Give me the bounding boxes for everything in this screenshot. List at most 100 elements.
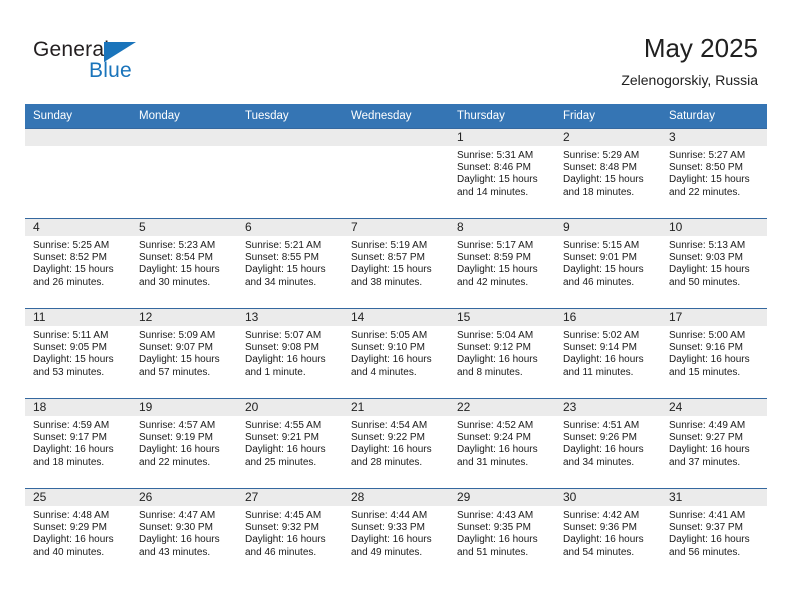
day-cell-inner: 2 Sunrise: 5:29 AM Sunset: 8:48 PM Daylight…: [555, 129, 661, 218]
day-cell-inner: 17 Sunrise: 5:00 AM Sunset: 9:16 PM Dayligh…: [661, 309, 767, 398]
calendar-day-cell[interactable]: 28 Sunrise: 4:44 AM Sunset: 9:33 PM Dayligh…: [343, 488, 449, 579]
day-detail-daylight1: Daylight: 15 hours: [669, 174, 750, 186]
day-number: 30: [563, 490, 577, 504]
day-detail-sunset: Sunset: 9:16 PM: [669, 342, 743, 354]
day-detail-daylight2: and 38 minutes.: [351, 276, 423, 288]
calendar-week-row: 25 Sunrise: 4:48 AM Sunset: 9:29 PM Dayligh…: [25, 488, 767, 579]
day-number: 5: [139, 220, 146, 234]
day-number: 23: [563, 400, 577, 414]
page-subtitle: Zelenogorskiy, Russia: [621, 72, 758, 88]
day-cell-inner: [131, 129, 237, 218]
calendar-day-cell[interactable]: 29 Sunrise: 4:43 AM Sunset: 9:35 PM Dayligh…: [449, 488, 555, 579]
day-details: Sunrise: 4:42 AM Sunset: 9:36 PM Daylight:…: [555, 506, 661, 559]
day-detail-daylight2: and 53 minutes.: [33, 366, 105, 378]
calendar-day-cell: [131, 128, 237, 219]
day-number: 24: [669, 400, 683, 414]
day-number: 9: [563, 220, 570, 234]
day-detail-sunset: Sunset: 9:10 PM: [351, 342, 425, 354]
day-detail-daylight1: Daylight: 16 hours: [563, 444, 644, 456]
calendar-page: General Blue May 2025 Zelenogorskiy, Rus…: [0, 0, 792, 612]
day-detail-sunset: Sunset: 9:27 PM: [669, 432, 743, 444]
weekday-header-saturday: Saturday: [661, 104, 767, 129]
calendar-day-cell[interactable]: 2 Sunrise: 5:29 AM Sunset: 8:48 PM Daylight…: [555, 128, 661, 219]
day-details: Sunrise: 4:47 AM Sunset: 9:30 PM Daylight:…: [131, 506, 237, 559]
day-number: 6: [245, 220, 252, 234]
calendar-day-cell[interactable]: 16 Sunrise: 5:02 AM Sunset: 9:14 PM Dayligh…: [555, 308, 661, 399]
day-detail-sunrise: Sunrise: 5:05 AM: [351, 330, 428, 341]
calendar-day-cell[interactable]: 17 Sunrise: 5:00 AM Sunset: 9:16 PM Dayligh…: [661, 308, 767, 399]
day-detail-daylight1: Daylight: 16 hours: [457, 354, 538, 366]
calendar-day-cell[interactable]: 18 Sunrise: 4:59 AM Sunset: 9:17 PM Dayligh…: [25, 398, 131, 489]
day-cell-inner: 19 Sunrise: 4:57 AM Sunset: 9:19 PM Dayligh…: [131, 399, 237, 488]
weekday-header-tuesday: Tuesday: [237, 104, 343, 129]
day-details: Sunrise: 5:29 AM Sunset: 8:48 PM Daylight:…: [555, 146, 661, 199]
calendar-day-cell[interactable]: 10 Sunrise: 5:13 AM Sunset: 9:03 PM Dayligh…: [661, 218, 767, 309]
day-details: Sunrise: 4:59 AM Sunset: 9:17 PM Daylight:…: [25, 416, 131, 469]
calendar-body: 1 Sunrise: 5:31 AM Sunset: 8:46 PM Daylight…: [25, 128, 767, 579]
calendar-day-cell[interactable]: 24 Sunrise: 4:49 AM Sunset: 9:27 PM Dayligh…: [661, 398, 767, 489]
calendar-day-cell[interactable]: 1 Sunrise: 5:31 AM Sunset: 8:46 PM Daylight…: [449, 128, 555, 219]
calendar-grid: Sunday Monday Tuesday Wednesday Thursday…: [25, 104, 767, 579]
day-detail-sunset: Sunset: 8:50 PM: [669, 162, 743, 174]
day-details: Sunrise: 5:31 AM Sunset: 8:46 PM Daylight:…: [449, 146, 555, 199]
calendar-day-cell[interactable]: 15 Sunrise: 5:04 AM Sunset: 9:12 PM Dayligh…: [449, 308, 555, 399]
calendar-day-cell[interactable]: 8 Sunrise: 5:17 AM Sunset: 8:59 PM Daylight…: [449, 218, 555, 309]
day-detail-sunset: Sunset: 9:35 PM: [457, 522, 531, 534]
calendar-day-cell[interactable]: 7 Sunrise: 5:19 AM Sunset: 8:57 PM Daylight…: [343, 218, 449, 309]
day-cell-inner: 30 Sunrise: 4:42 AM Sunset: 9:36 PM Dayligh…: [555, 489, 661, 578]
calendar-day-cell[interactable]: 14 Sunrise: 5:05 AM Sunset: 9:10 PM Dayligh…: [343, 308, 449, 399]
day-detail-sunrise: Sunrise: 5:31 AM: [457, 150, 534, 161]
calendar-day-cell[interactable]: 21 Sunrise: 4:54 AM Sunset: 9:22 PM Dayligh…: [343, 398, 449, 489]
day-detail-daylight2: and 54 minutes.: [563, 546, 635, 558]
day-detail-daylight2: and 40 minutes.: [33, 546, 105, 558]
calendar-day-cell[interactable]: 23 Sunrise: 4:51 AM Sunset: 9:26 PM Dayligh…: [555, 398, 661, 489]
day-cell-inner: 27 Sunrise: 4:45 AM Sunset: 9:32 PM Dayligh…: [237, 489, 343, 578]
day-cell-inner: 4 Sunrise: 5:25 AM Sunset: 8:52 PM Daylight…: [25, 219, 131, 308]
calendar-day-cell[interactable]: 25 Sunrise: 4:48 AM Sunset: 9:29 PM Dayligh…: [25, 488, 131, 579]
day-details: Sunrise: 5:27 AM Sunset: 8:50 PM Daylight:…: [661, 146, 767, 199]
day-number: 10: [669, 220, 683, 234]
weekday-header-sunday: Sunday: [25, 104, 131, 129]
calendar-day-cell[interactable]: 4 Sunrise: 5:25 AM Sunset: 8:52 PM Daylight…: [25, 218, 131, 309]
day-detail-daylight1: Daylight: 16 hours: [33, 534, 114, 546]
calendar-day-cell[interactable]: 26 Sunrise: 4:47 AM Sunset: 9:30 PM Dayligh…: [131, 488, 237, 579]
day-cell-inner: 22 Sunrise: 4:52 AM Sunset: 9:24 PM Dayligh…: [449, 399, 555, 488]
day-details: Sunrise: 5:07 AM Sunset: 9:08 PM Daylight:…: [237, 326, 343, 379]
day-cell-inner: 15 Sunrise: 5:04 AM Sunset: 9:12 PM Dayligh…: [449, 309, 555, 398]
calendar-day-cell[interactable]: 19 Sunrise: 4:57 AM Sunset: 9:19 PM Dayligh…: [131, 398, 237, 489]
calendar-day-cell[interactable]: 11 Sunrise: 5:11 AM Sunset: 9:05 PM Dayligh…: [25, 308, 131, 399]
day-number: 17: [669, 310, 683, 324]
calendar-day-cell[interactable]: 5 Sunrise: 5:23 AM Sunset: 8:54 PM Daylight…: [131, 218, 237, 309]
calendar-day-cell: [25, 128, 131, 219]
calendar-day-cell[interactable]: 3 Sunrise: 5:27 AM Sunset: 8:50 PM Daylight…: [661, 128, 767, 219]
day-detail-sunset: Sunset: 9:17 PM: [33, 432, 107, 444]
day-cell-inner: 9 Sunrise: 5:15 AM Sunset: 9:01 PM Daylight…: [555, 219, 661, 308]
day-detail-sunrise: Sunrise: 4:42 AM: [563, 510, 640, 521]
calendar-day-cell[interactable]: 9 Sunrise: 5:15 AM Sunset: 9:01 PM Daylight…: [555, 218, 661, 309]
day-detail-daylight1: Daylight: 15 hours: [669, 264, 750, 276]
day-details: Sunrise: 4:52 AM Sunset: 9:24 PM Daylight:…: [449, 416, 555, 469]
calendar-day-cell[interactable]: 30 Sunrise: 4:42 AM Sunset: 9:36 PM Dayligh…: [555, 488, 661, 579]
day-detail-sunset: Sunset: 9:29 PM: [33, 522, 107, 534]
day-detail-sunrise: Sunrise: 5:11 AM: [33, 330, 109, 341]
calendar-day-cell[interactable]: 20 Sunrise: 4:55 AM Sunset: 9:21 PM Dayligh…: [237, 398, 343, 489]
calendar-day-cell[interactable]: 12 Sunrise: 5:09 AM Sunset: 9:07 PM Dayligh…: [131, 308, 237, 399]
title-block: May 2025 Zelenogorskiy, Russia: [621, 32, 758, 90]
day-number: 7: [351, 220, 358, 234]
calendar-day-cell[interactable]: 13 Sunrise: 5:07 AM Sunset: 9:08 PM Dayligh…: [237, 308, 343, 399]
day-details: Sunrise: 4:54 AM Sunset: 9:22 PM Daylight:…: [343, 416, 449, 469]
day-details: Sunrise: 5:09 AM Sunset: 9:07 PM Daylight:…: [131, 326, 237, 379]
day-details: Sunrise: 5:25 AM Sunset: 8:52 PM Daylight:…: [25, 236, 131, 289]
day-detail-sunrise: Sunrise: 4:49 AM: [669, 420, 746, 431]
day-number: 8: [457, 220, 464, 234]
day-cell-inner: [25, 129, 131, 218]
general-blue-logo[interactable]: General Blue: [33, 38, 213, 88]
day-detail-daylight1: Daylight: 15 hours: [245, 264, 326, 276]
calendar-day-cell[interactable]: 22 Sunrise: 4:52 AM Sunset: 9:24 PM Dayligh…: [449, 398, 555, 489]
day-detail-sunrise: Sunrise: 4:41 AM: [669, 510, 746, 521]
day-detail-sunset: Sunset: 9:05 PM: [33, 342, 107, 354]
calendar-day-cell[interactable]: 31 Sunrise: 4:41 AM Sunset: 9:37 PM Dayligh…: [661, 488, 767, 579]
day-detail-daylight2: and 28 minutes.: [351, 456, 423, 468]
calendar-day-cell[interactable]: 27 Sunrise: 4:45 AM Sunset: 9:32 PM Dayligh…: [237, 488, 343, 579]
calendar-day-cell[interactable]: 6 Sunrise: 5:21 AM Sunset: 8:55 PM Daylight…: [237, 218, 343, 309]
